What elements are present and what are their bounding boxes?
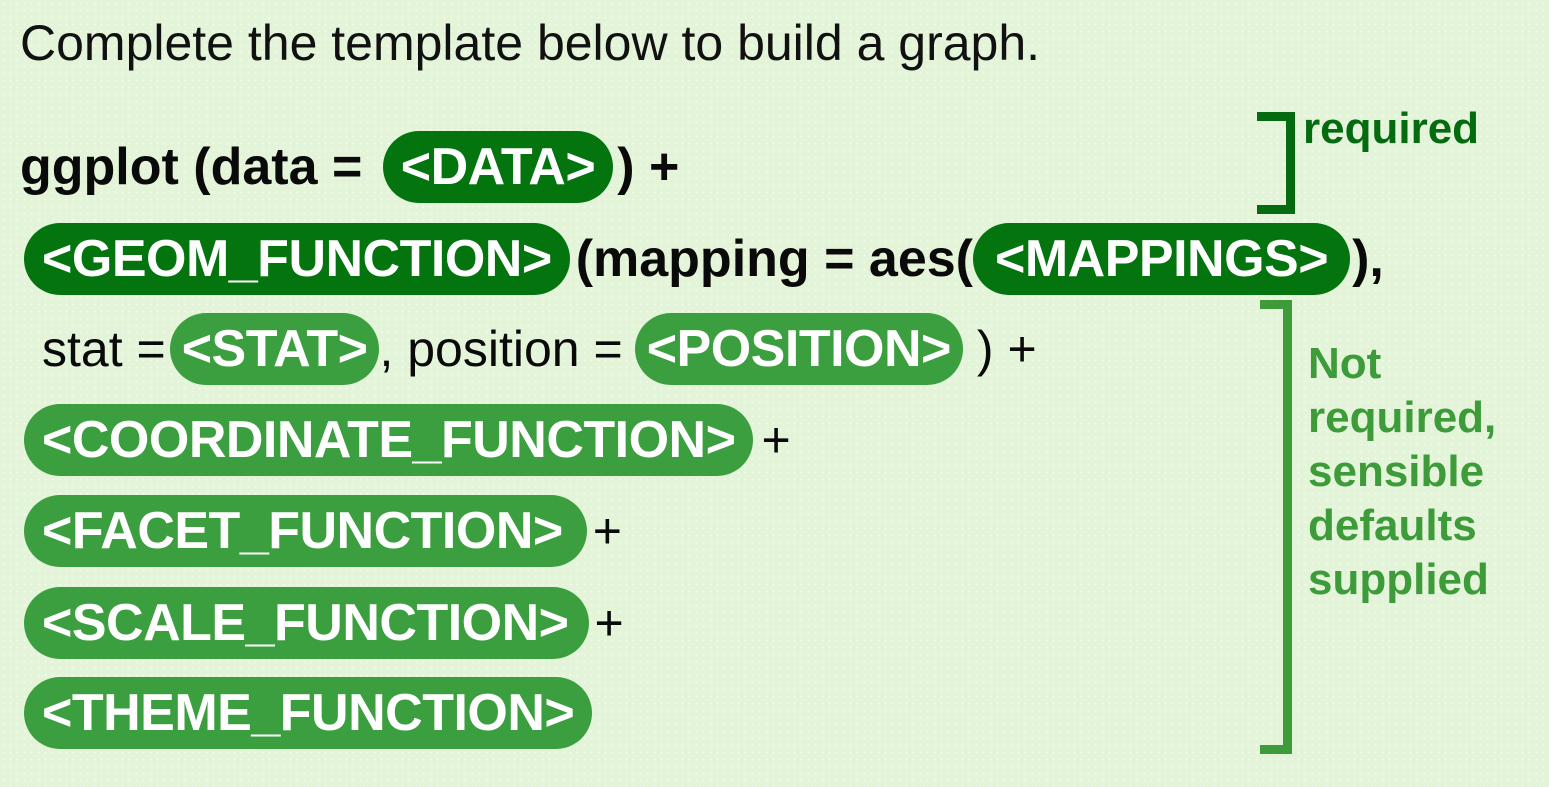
geom-line: <GEOM_FUNCTION> (mapping = aes( <MAPPING… [24,223,1384,295]
facet-line: <FACET_FUNCTION> + [24,495,622,567]
ggplot-call: ggplot (data = [20,138,377,196]
ggplot-line: ggplot (data = <DATA> ) + [20,131,679,203]
optional-note-line: Not [1308,339,1382,388]
position-placeholder: <POSITION> [634,313,963,385]
ggplot-close: ) + [617,138,680,196]
facet-plus: + [592,503,622,559]
theme-function-placeholder: <THEME_FUNCTION> [24,677,593,749]
coordinate-function-placeholder: <COORDINATE_FUNCTION> [24,404,754,476]
scale-function-placeholder: <SCALE_FUNCTION> [24,587,589,659]
stat-placeholder: <STAT> [169,313,380,385]
mapping-aes-text: (mapping = aes( [575,230,973,288]
required-note: required [1303,104,1480,153]
optional-bracket [1260,300,1292,754]
data-placeholder: <DATA> [382,131,614,203]
optional-note: Not required, sensible defaults supplied [1308,337,1496,607]
optional-note-line: required, [1308,393,1497,442]
position-label: , position = [379,321,623,377]
stat-position-close: ) + [976,321,1037,377]
geom-close: ), [1352,230,1384,288]
facet-function-placeholder: <FACET_FUNCTION> [24,495,587,567]
scale-line: <SCALE_FUNCTION> + [24,587,624,659]
geom-function-placeholder: <GEOM_FUNCTION> [24,223,570,295]
optional-note-line: sensible [1308,447,1485,496]
stat-position-line: stat = <STAT> , position = <POSITION> ) … [42,313,1037,385]
coordinate-line: <COORDINATE_FUNCTION> + [24,404,791,476]
theme-line: <THEME_FUNCTION> [24,677,593,749]
stat-label: stat = [42,321,166,377]
coordinate-plus: + [761,412,791,468]
heading: Complete the template below to build a g… [20,15,1041,71]
required-bracket [1257,112,1295,214]
scale-plus: + [594,595,624,651]
mappings-placeholder: <MAPPINGS> [973,223,1351,295]
optional-note-line: defaults [1308,501,1477,550]
optional-note-line: supplied [1308,555,1489,604]
